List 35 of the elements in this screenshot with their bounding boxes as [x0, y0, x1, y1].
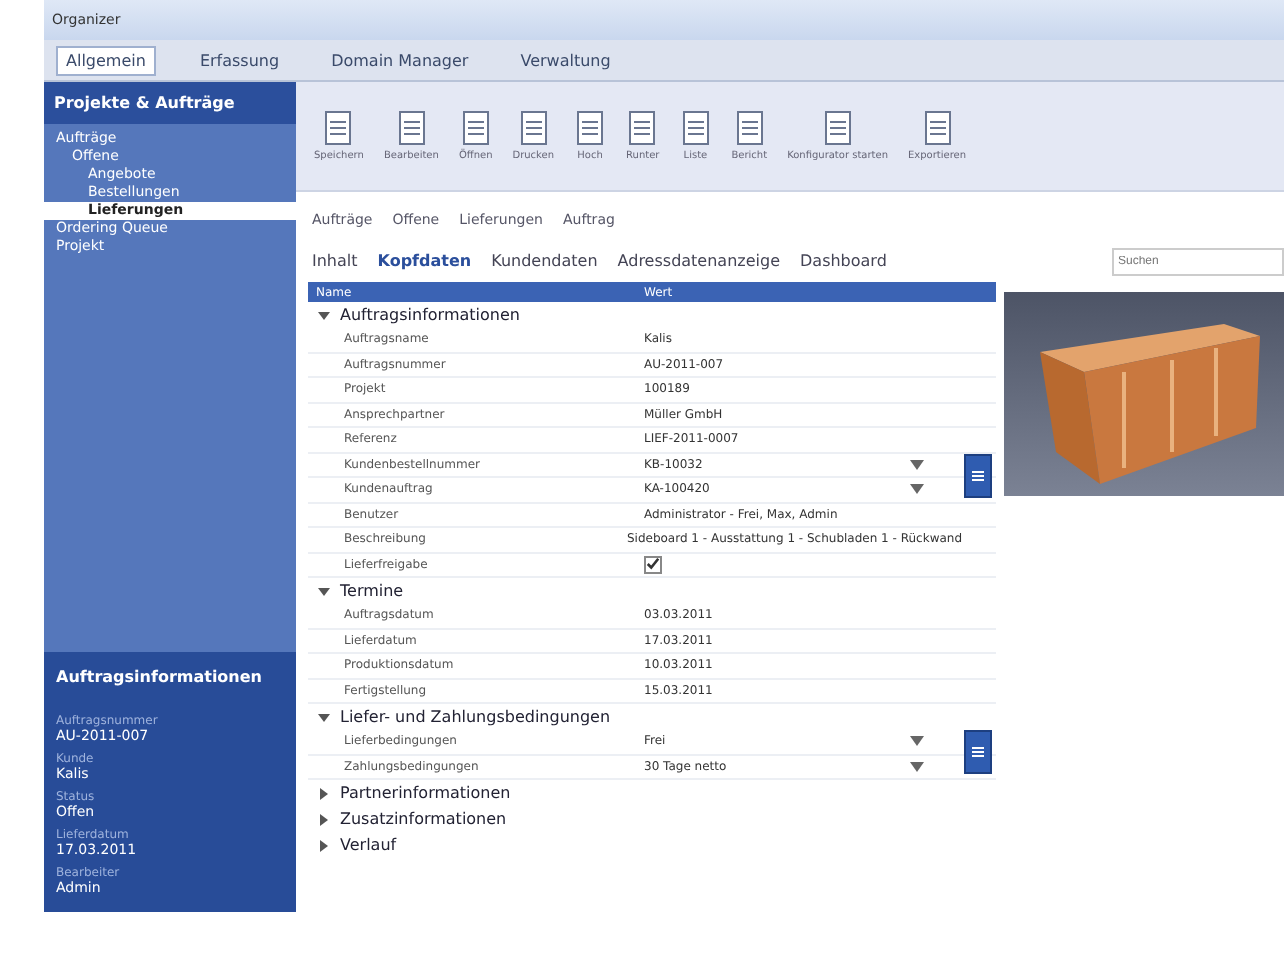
list-icon: [970, 744, 986, 760]
document-icon: [574, 110, 607, 146]
document-icon: [921, 110, 954, 146]
document-icon: [459, 110, 492, 146]
sidebar-title: Projekte & Aufträge: [54, 94, 235, 112]
section-header[interactable]: Termine: [308, 578, 996, 604]
menu-tab[interactable]: Erfassung: [191, 47, 288, 73]
section-header[interactable]: Auftragsinformationen: [308, 302, 996, 328]
section-header[interactable]: Liefer- und Zahlungsbedingungen: [308, 704, 996, 730]
menu-tab[interactable]: Domain Manager: [323, 47, 477, 73]
document-icon: [626, 110, 659, 146]
document-icon: [733, 110, 766, 146]
tab[interactable]: Adressdatenanzeige: [617, 252, 780, 270]
list-icon: [970, 467, 986, 483]
document-icon: [517, 110, 550, 146]
tab[interactable]: Kundendaten: [491, 252, 598, 270]
picker-button[interactable]: [964, 453, 992, 497]
section-header[interactable]: Partnerinformationen: [308, 780, 996, 806]
collapse-icon: [316, 583, 332, 599]
section-header[interactable]: Zusatzinformationen: [308, 806, 996, 832]
picker-button[interactable]: [964, 730, 992, 774]
menu-tab[interactable]: Allgemein: [56, 45, 156, 75]
info-title: Auftragsinformationen: [56, 668, 264, 686]
section-header[interactable]: Verlauf: [308, 832, 996, 858]
document-icon: [322, 110, 355, 146]
document-icon: [821, 110, 854, 146]
collapse-icon: [316, 307, 332, 323]
tab[interactable]: Kopfdaten: [377, 252, 472, 270]
tab[interactable]: Dashboard: [800, 252, 887, 270]
checkbox[interactable]: [644, 555, 662, 574]
menu-tab[interactable]: Verwaltung: [512, 47, 619, 73]
document-icon: [679, 110, 712, 146]
tab[interactable]: Inhalt: [312, 252, 358, 270]
collapse-icon: [316, 709, 332, 725]
document-icon: [395, 110, 428, 146]
